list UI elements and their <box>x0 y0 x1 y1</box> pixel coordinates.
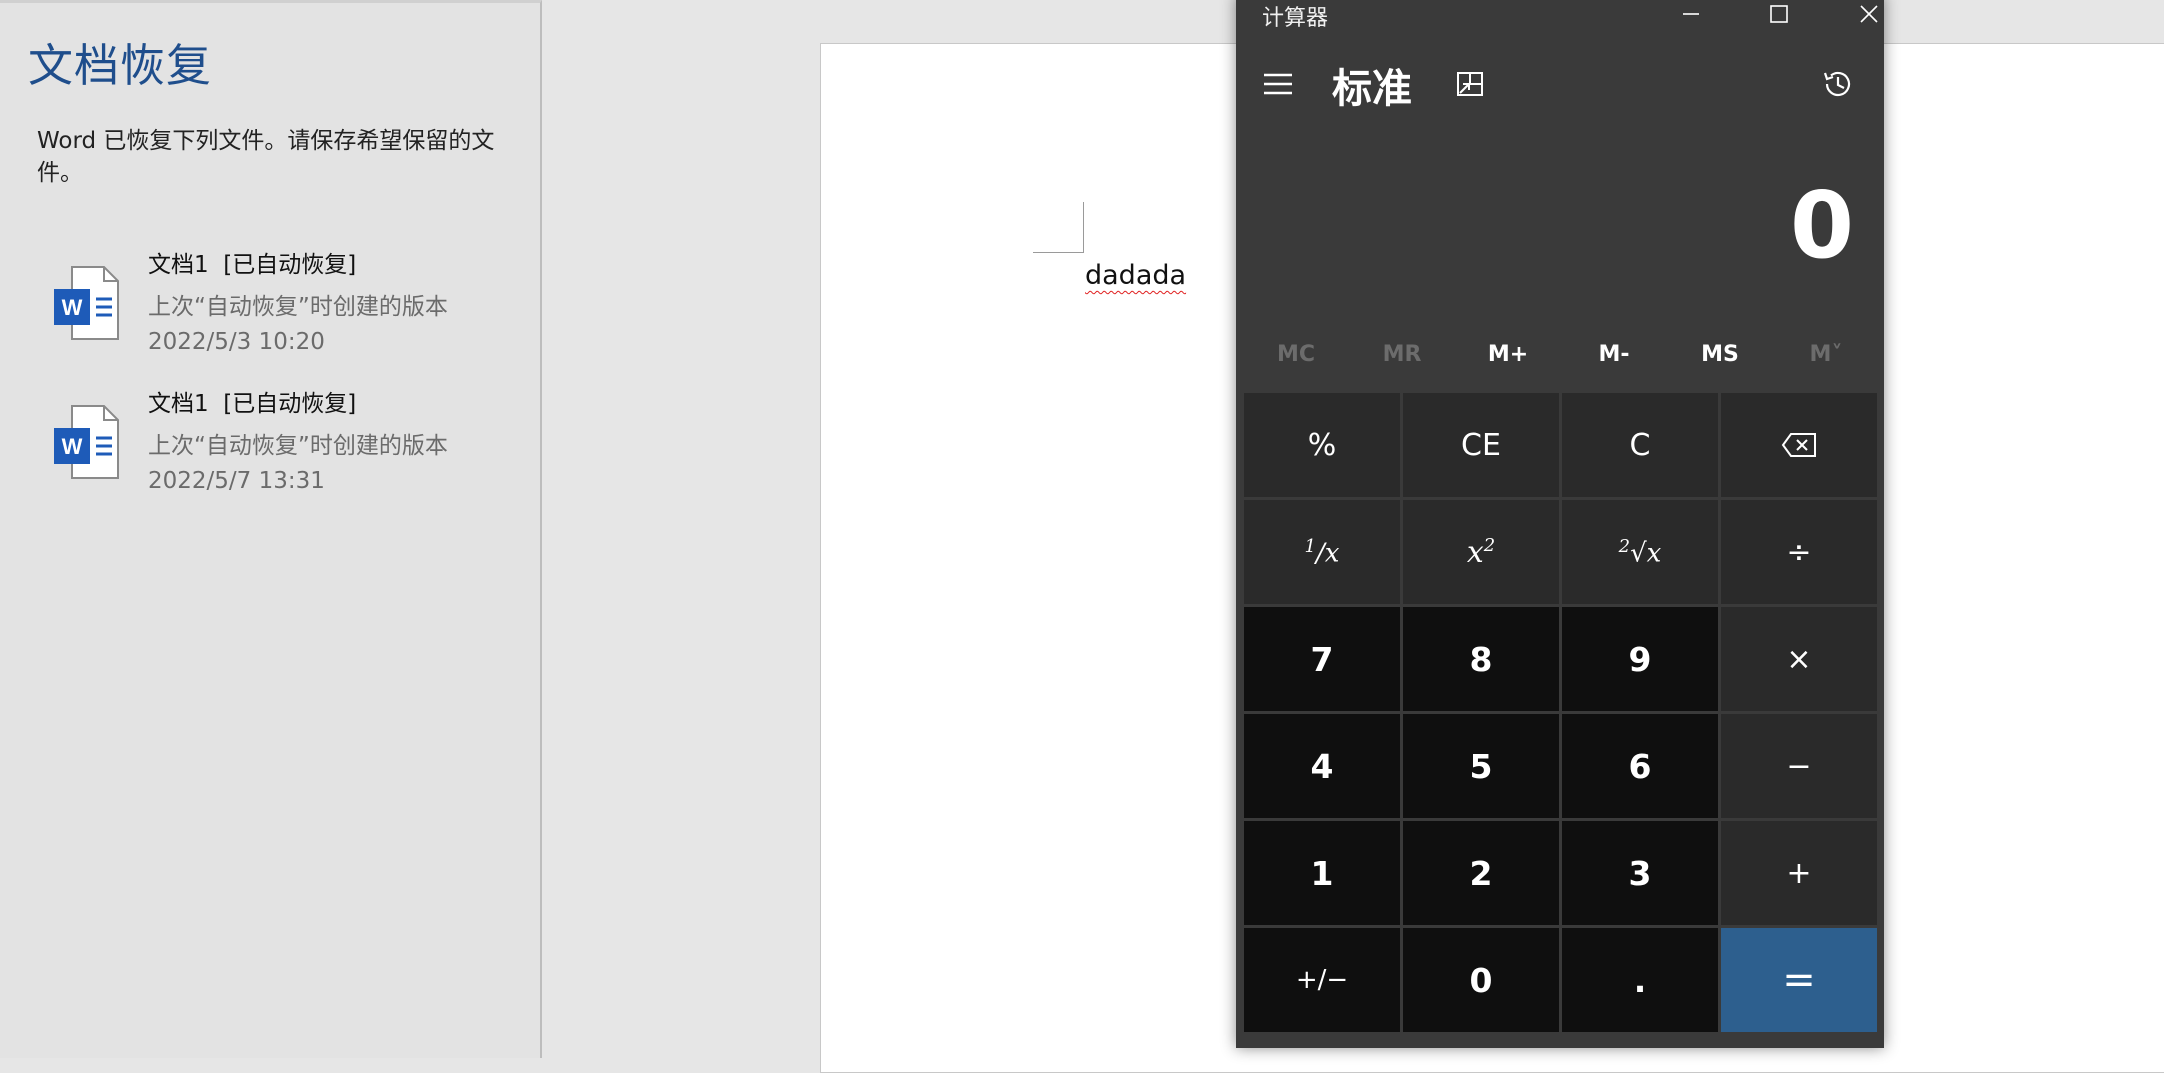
calculator-display: 0 <box>1789 172 1854 279</box>
memory-row: MC MR M+ M- MS M˅ <box>1236 332 1884 376</box>
history-button[interactable] <box>1818 64 1858 104</box>
recovered-file-item[interactable]: W 文档1 [已自动恢复] 上次“自动恢复”时创建的版本 2022/5/3 10… <box>40 241 520 371</box>
recovery-title: 文档恢复 <box>28 39 213 92</box>
divide-button[interactable]: ÷ <box>1721 500 1877 604</box>
digit-1-button[interactable]: 1 <box>1244 821 1400 925</box>
digit-0-button[interactable]: 0 <box>1403 928 1559 1032</box>
backspace-button[interactable] <box>1721 393 1877 497</box>
navigation-menu-button[interactable] <box>1258 64 1298 104</box>
minimize-button[interactable] <box>1656 0 1726 34</box>
memory-recall-button[interactable]: MR <box>1352 332 1452 376</box>
digit-8-button[interactable]: 8 <box>1403 607 1559 711</box>
maximize-icon <box>1770 5 1788 23</box>
file-timestamp: 2022/5/3 10:20 <box>148 329 325 355</box>
close-icon <box>1860 5 1878 23</box>
word-doc-icon: W <box>54 266 119 340</box>
text-boundary-mark <box>1033 202 1084 253</box>
calculator-title: 计算器 <box>1262 6 1329 31</box>
recovery-description: Word 已恢复下列文件。请保存希望保留的文件。 <box>37 128 495 186</box>
square-button[interactable]: x2 <box>1403 500 1559 604</box>
digit-9-button[interactable]: 9 <box>1562 607 1718 711</box>
memory-clear-button[interactable]: MC <box>1246 332 1346 376</box>
memory-store-button[interactable]: MS <box>1670 332 1770 376</box>
file-name: 文档1 [已自动恢复] <box>148 391 357 417</box>
percent-button[interactable]: % <box>1244 393 1400 497</box>
digit-6-button[interactable]: 6 <box>1562 714 1718 818</box>
memory-add-button[interactable]: M+ <box>1458 332 1558 376</box>
digit-2-button[interactable]: 2 <box>1403 821 1559 925</box>
calculator-keypad: % CE C 1/x x2 2√x ÷ 7 8 9 × 4 5 6 − 1 2 … <box>1244 393 1877 1041</box>
reciprocal-button[interactable]: 1/x <box>1244 500 1400 604</box>
digit-5-button[interactable]: 5 <box>1403 714 1559 818</box>
calculator-mode-label: 标准 <box>1332 66 1412 112</box>
root-radicand: x <box>1646 538 1662 569</box>
decimal-button[interactable]: . <box>1562 928 1718 1032</box>
clear-entry-button[interactable]: CE <box>1403 393 1559 497</box>
digit-4-button[interactable]: 4 <box>1244 714 1400 818</box>
square-root-button[interactable]: 2√x <box>1562 500 1718 604</box>
calculator-header: 标准 <box>1236 54 1884 114</box>
clear-button[interactable]: C <box>1562 393 1718 497</box>
maximize-button[interactable] <box>1744 0 1814 34</box>
digit-7-button[interactable]: 7 <box>1244 607 1400 711</box>
document-recovery-pane: 文档恢复 Word 已恢复下列文件。请保存希望保留的文件。 W 文档1 [已自动… <box>0 0 542 1058</box>
reciprocal-variable: x <box>1324 538 1340 569</box>
reciprocal-numerator: 1 <box>1304 535 1316 557</box>
subtract-button[interactable]: − <box>1721 714 1877 818</box>
root-index: 2 <box>1618 535 1631 557</box>
backspace-icon <box>1781 433 1816 457</box>
word-doc-icon: W <box>54 405 119 479</box>
square-base: x <box>1466 534 1484 570</box>
memory-list-button[interactable]: M˅ <box>1776 332 1876 376</box>
history-icon <box>1823 71 1851 97</box>
memory-subtract-button[interactable]: M- <box>1564 332 1664 376</box>
keep-on-top-icon <box>1457 72 1483 96</box>
document-text[interactable]: dadada <box>1085 260 1186 291</box>
file-version-note: 上次“自动恢复”时创建的版本 <box>148 294 448 320</box>
equals-button[interactable]: = <box>1721 928 1877 1032</box>
hamburger-icon <box>1264 73 1292 95</box>
file-timestamp: 2022/5/7 13:31 <box>148 468 325 494</box>
close-button[interactable] <box>1834 0 1904 34</box>
file-version-note: 上次“自动恢复”时创建的版本 <box>148 433 448 459</box>
digit-3-button[interactable]: 3 <box>1562 821 1718 925</box>
keep-on-top-button[interactable] <box>1450 64 1490 104</box>
multiply-button[interactable]: × <box>1721 607 1877 711</box>
file-name: 文档1 [已自动恢复] <box>148 252 357 278</box>
minimize-icon <box>1683 13 1699 15</box>
svg-text:W: W <box>62 295 83 320</box>
add-button[interactable]: + <box>1721 821 1877 925</box>
calculator-titlebar[interactable]: 计算器 <box>1236 0 1884 42</box>
square-exponent: 2 <box>1483 534 1496 556</box>
negate-button[interactable]: +/− <box>1244 928 1400 1032</box>
svg-text:W: W <box>62 434 83 459</box>
calculator-window: 计算器 标准 0 MC MR M+ M- MS M˅ % CE C 1/x x2… <box>1236 0 1884 1048</box>
recovered-file-item[interactable]: W 文档1 [已自动恢复] 上次“自动恢复”时创建的版本 2022/5/7 13… <box>40 380 520 510</box>
